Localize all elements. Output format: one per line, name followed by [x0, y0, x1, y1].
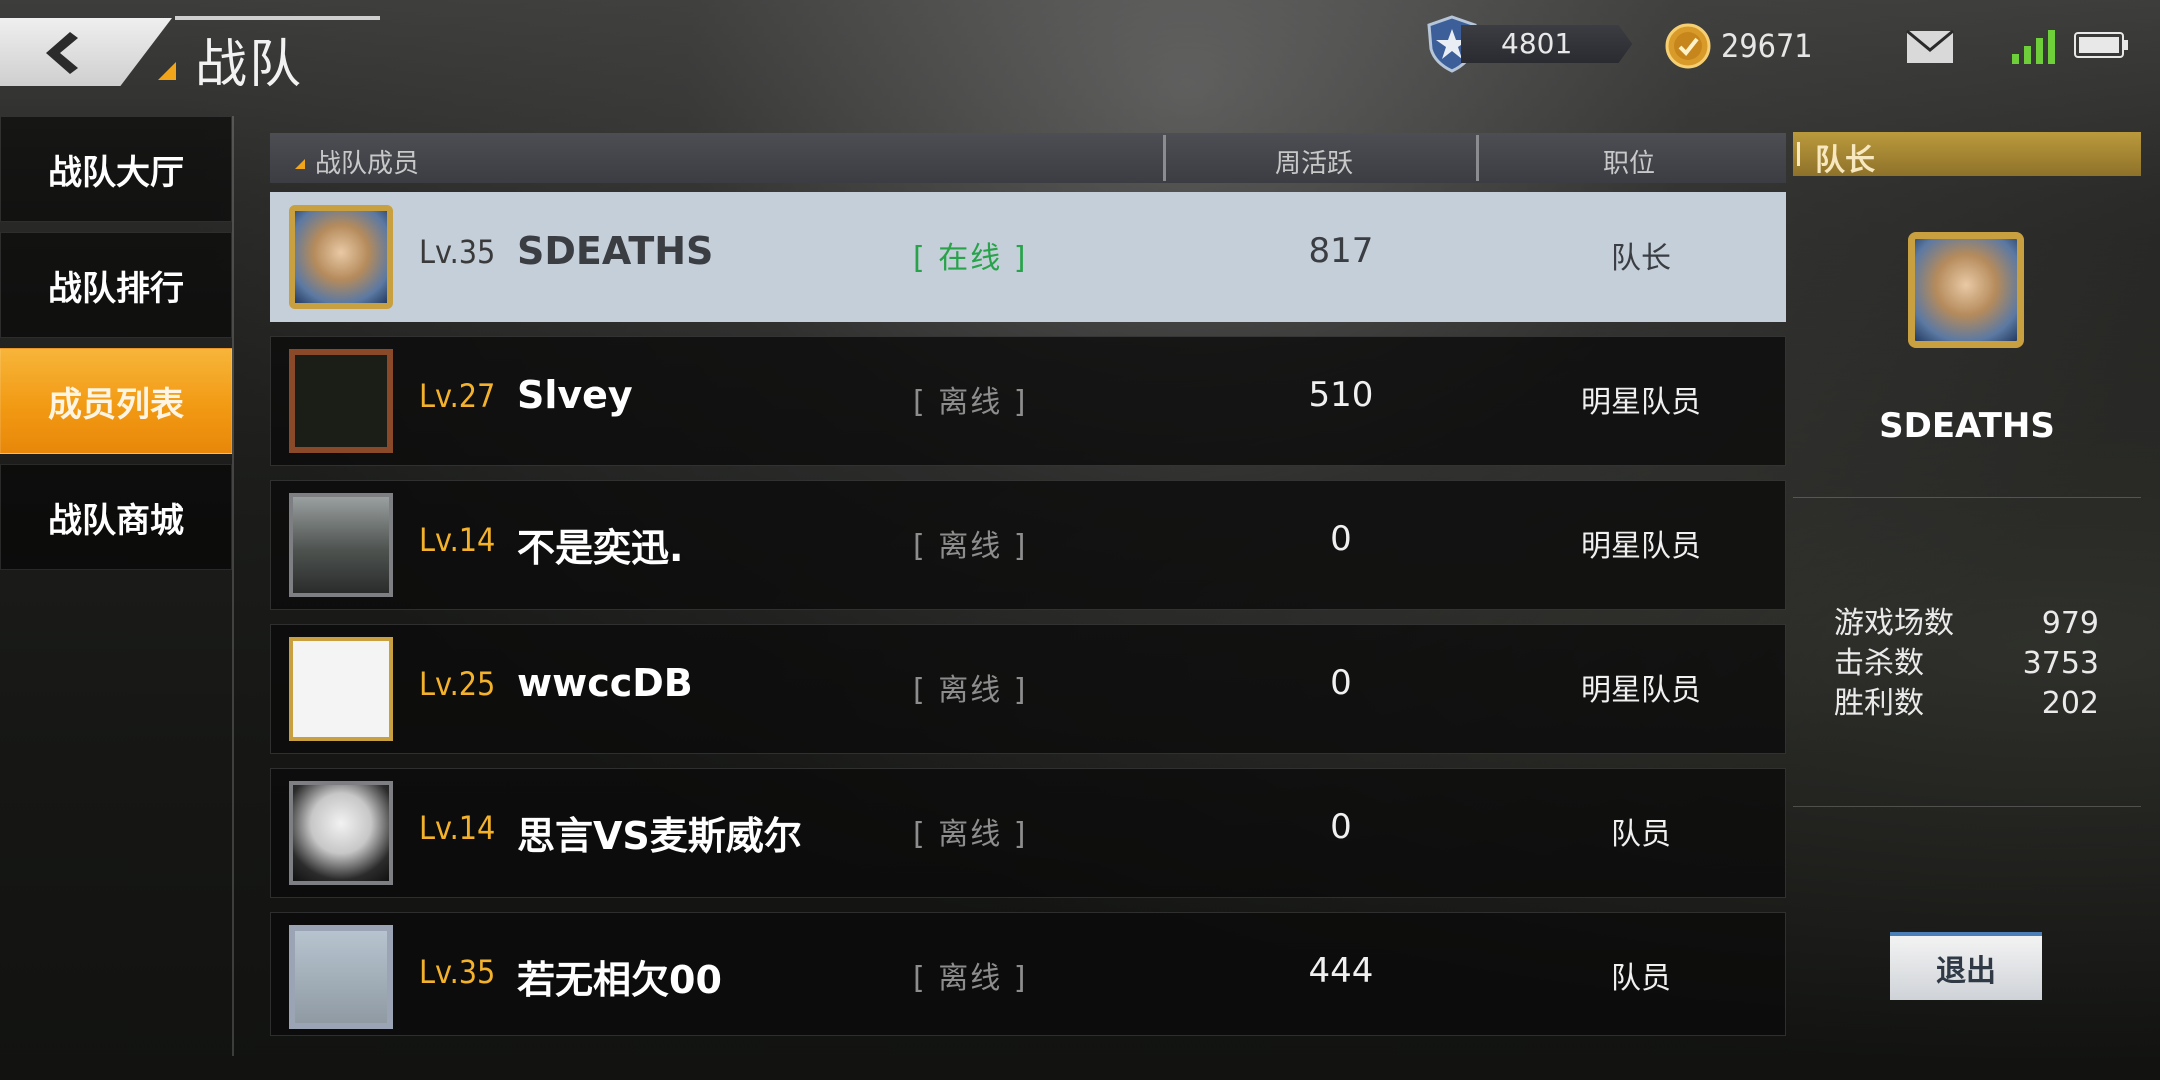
- captain-divider: [1793, 497, 2141, 498]
- member-avatar: [289, 781, 393, 885]
- captain-divider: [1793, 806, 2141, 807]
- nav-item-team-store[interactable]: 战队商城: [0, 464, 232, 570]
- member-name: 不是奕迅.: [517, 526, 684, 570]
- stat-value: 979: [2041, 606, 2099, 641]
- member-activity: 817: [1308, 231, 1374, 271]
- back-button[interactable]: [0, 18, 172, 86]
- header-members: 战队成员: [294, 143, 419, 180]
- stat-value: 202: [2041, 686, 2099, 721]
- member-activity: 0: [1330, 519, 1352, 559]
- member-position: 明星队员: [1581, 385, 1701, 420]
- member-status: [ 离线 ]: [913, 385, 1028, 420]
- stat-label: 胜利数: [1834, 686, 1924, 721]
- stat-value: 3753: [2022, 646, 2099, 681]
- member-table-header: 战队成员 周活跃 职位: [270, 133, 1786, 183]
- nav-item-label: 战队排行: [48, 268, 184, 309]
- member-level: Lv.14: [419, 521, 496, 559]
- member-row[interactable]: Lv.14 思言VS麦斯威尔 [ 离线 ] 0 队员: [270, 768, 1786, 898]
- member-row[interactable]: Lv.35 若无相欠00 [ 离线 ] 444 队员: [270, 912, 1786, 1036]
- member-activity: 0: [1330, 807, 1352, 847]
- header-divider: [1476, 135, 1479, 181]
- stat-row: 胜利数 202: [1834, 684, 2099, 724]
- back-arrow-icon: [46, 32, 78, 74]
- title-underline: [175, 16, 380, 20]
- member-level: Lv.35: [419, 233, 496, 271]
- gold-currency-value: 29671: [1721, 27, 1813, 65]
- member-level: Lv.25: [419, 665, 496, 703]
- member-status: [ 离线 ]: [913, 961, 1028, 996]
- nav-item-label: 战队大厅: [48, 152, 184, 193]
- member-position: 队员: [1611, 961, 1671, 996]
- member-position: 明星队员: [1581, 673, 1701, 708]
- member-row[interactable]: Lv.35 SDEATHS [ 在线 ] 817 队长: [270, 192, 1786, 322]
- header-weekly-activity: 周活跃: [1275, 149, 1354, 179]
- captain-panel-header: 队长: [1793, 132, 2141, 178]
- member-activity: 510: [1308, 375, 1374, 415]
- member-position: 队员: [1611, 817, 1671, 852]
- page-title: 战队: [195, 35, 304, 95]
- member-row[interactable]: Lv.27 Slvey [ 离线 ] 510 明星队员: [270, 336, 1786, 466]
- stat-row: 击杀数 3753: [1834, 644, 2099, 684]
- member-status: [ 在线 ]: [913, 241, 1028, 276]
- nav-item-label: 成员列表: [48, 384, 184, 425]
- captain-name: SDEATHS: [1879, 406, 2055, 446]
- sidebar-nav: 战队大厅 战队排行 成员列表 战队商城: [0, 116, 234, 1056]
- member-status: [ 离线 ]: [913, 529, 1028, 564]
- exit-button[interactable]: 退出: [1890, 932, 2042, 1000]
- nav-item-team-hall[interactable]: 战队大厅: [0, 116, 232, 222]
- member-avatar: [289, 205, 393, 309]
- member-name: SDEATHS: [517, 229, 714, 273]
- member-status: [ 离线 ]: [913, 673, 1028, 708]
- member-level: Lv.27: [419, 377, 496, 415]
- nav-item-team-ranking[interactable]: 战队排行: [0, 232, 232, 338]
- member-name: Slvey: [517, 373, 633, 417]
- stat-row: 游戏场数 979: [1834, 604, 2099, 644]
- mail-icon[interactable]: [1906, 30, 1954, 64]
- member-avatar: [289, 493, 393, 597]
- captain-header-label: 队长: [1815, 143, 1875, 178]
- member-level: Lv.14: [419, 809, 496, 847]
- captain-header-bar: [1797, 142, 1800, 166]
- member-status: [ 离线 ]: [913, 817, 1028, 852]
- captain-stats: 游戏场数 979 击杀数 3753 胜利数 202: [1834, 604, 2099, 724]
- shield-currency-value: 4801: [1461, 25, 1633, 63]
- member-activity: 444: [1308, 951, 1374, 991]
- signal-icon: [2012, 30, 2055, 64]
- gold-coin-icon: [1665, 23, 1711, 69]
- member-position: 明星队员: [1581, 529, 1701, 564]
- member-level: Lv.35: [419, 953, 496, 991]
- exit-button-label: 退出: [1936, 954, 1996, 989]
- nav-item-member-list[interactable]: 成员列表: [0, 348, 232, 454]
- member-position: 队长: [1611, 241, 1671, 276]
- member-avatar: [289, 925, 393, 1029]
- member-avatar: [289, 637, 393, 741]
- header-divider: [1163, 135, 1166, 181]
- member-name: 思言VS麦斯威尔: [517, 814, 802, 858]
- member-name: 若无相欠00: [517, 958, 722, 1002]
- member-row[interactable]: Lv.14 不是奕迅. [ 离线 ] 0 明星队员: [270, 480, 1786, 610]
- member-activity: 0: [1330, 663, 1352, 703]
- title-marker: [158, 62, 176, 80]
- battery-icon: [2074, 32, 2128, 58]
- header-position: 职位: [1603, 149, 1656, 179]
- shield-currency[interactable]: 4801: [1425, 15, 1633, 73]
- nav-item-label: 战队商城: [48, 500, 184, 541]
- captain-avatar[interactable]: [1908, 232, 2024, 348]
- member-name: wwccDB: [517, 661, 693, 705]
- member-avatar: [289, 349, 393, 453]
- stat-label: 击杀数: [1834, 646, 1924, 681]
- stat-label: 游戏场数: [1834, 606, 1954, 641]
- member-row[interactable]: Lv.25 wwccDB [ 离线 ] 0 明星队员: [270, 624, 1786, 754]
- gold-currency[interactable]: 29671: [1665, 20, 1813, 72]
